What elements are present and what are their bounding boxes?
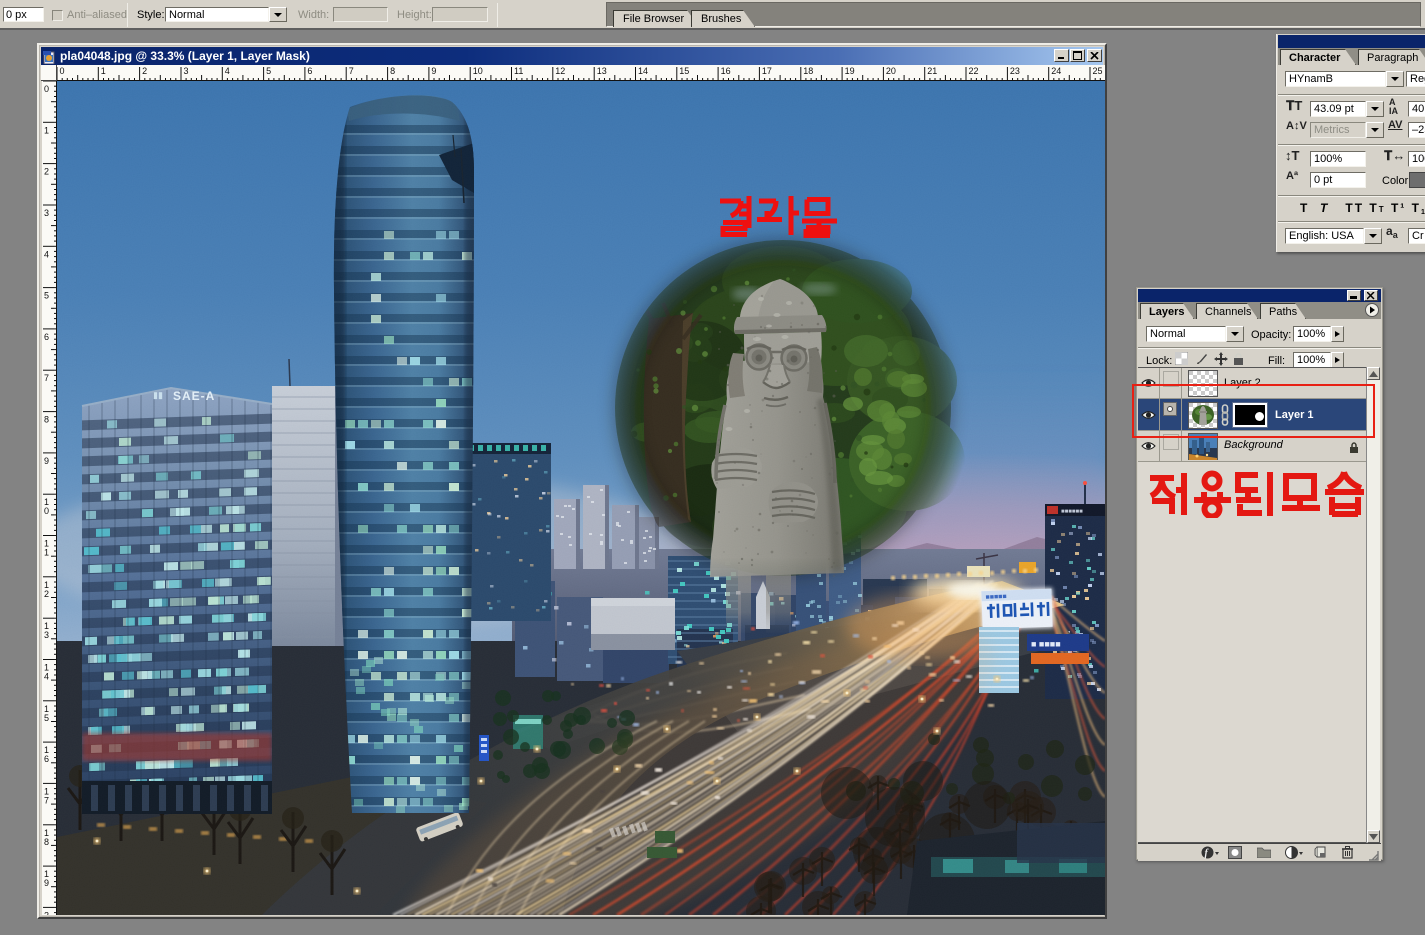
svg-text:10: 10 [473,66,483,76]
svg-text:7: 7 [349,66,354,76]
svg-text:7: 7 [44,373,49,383]
svg-text:12: 12 [555,66,565,76]
svg-text:13: 13 [597,66,607,76]
svg-text:2: 2 [44,910,49,915]
svg-text:3: 3 [44,630,49,640]
svg-text:15: 15 [679,66,689,76]
svg-text:4: 4 [44,249,49,259]
svg-text:6: 6 [44,754,49,764]
svg-text:3: 3 [184,66,189,76]
svg-text:5: 5 [266,66,271,76]
svg-text:1: 1 [101,66,106,76]
svg-text:8: 8 [44,415,49,425]
svg-text:4: 4 [44,672,49,682]
svg-text:9: 9 [44,878,49,888]
svg-text:18: 18 [803,66,813,76]
svg-text:9: 9 [431,66,436,76]
svg-text:23: 23 [1010,66,1020,76]
svg-text:19: 19 [845,66,855,76]
svg-text:5: 5 [44,291,49,301]
svg-text:11: 11 [514,66,523,76]
svg-text:8: 8 [390,66,395,76]
svg-text:9: 9 [44,456,49,466]
svg-text:0: 0 [44,506,49,516]
svg-text:2: 2 [142,66,147,76]
svg-text:20: 20 [886,66,896,76]
svg-text:5: 5 [44,713,49,723]
svg-text:2: 2 [44,589,49,599]
svg-text:0: 0 [44,84,49,94]
svg-text:21: 21 [927,66,937,76]
svg-text:6: 6 [44,332,49,342]
svg-text:16: 16 [721,66,731,76]
svg-text:0: 0 [60,66,65,76]
svg-text:24: 24 [1051,66,1061,76]
svg-text:6: 6 [307,66,312,76]
svg-text:1: 1 [44,125,49,135]
svg-text:8: 8 [44,837,49,847]
svg-text:2: 2 [44,167,49,177]
svg-text:14: 14 [638,66,648,76]
svg-text:17: 17 [762,66,772,76]
svg-text:1: 1 [44,548,49,558]
svg-text:22: 22 [969,66,979,76]
svg-text:7: 7 [44,795,49,805]
svg-text:4: 4 [225,66,230,76]
svg-text:3: 3 [44,208,49,218]
svg-text:25: 25 [1093,66,1103,76]
